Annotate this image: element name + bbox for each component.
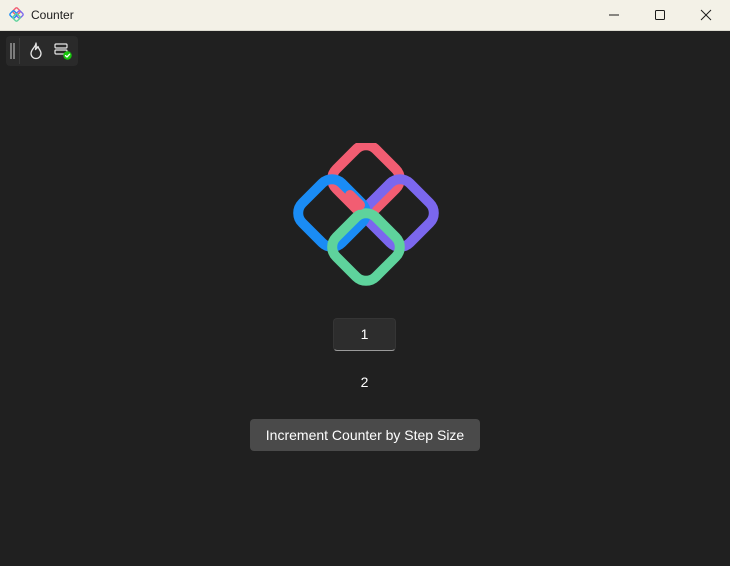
app-logo-icon <box>9 7 24 22</box>
dev-toolbar <box>6 36 78 66</box>
diagnostics-check-icon[interactable] <box>53 41 73 61</box>
window-title: Counter <box>31 8 74 22</box>
minimize-button[interactable] <box>591 0 637 30</box>
close-button[interactable] <box>683 0 729 30</box>
toolbar-divider <box>19 38 20 64</box>
title-bar[interactable]: Counter <box>0 0 730 31</box>
minimize-icon <box>609 14 619 16</box>
app-window: Counter 1 2 Increment Counter by Step Si… <box>0 0 730 566</box>
maximize-icon <box>655 10 665 20</box>
close-icon <box>700 9 712 21</box>
step-size-input[interactable]: 1 <box>333 318 396 351</box>
flame-icon[interactable] <box>26 41 46 61</box>
increment-counter-button[interactable]: Increment Counter by Step Size <box>250 419 480 451</box>
grip-icon[interactable] <box>10 43 15 59</box>
maximize-button[interactable] <box>637 0 683 30</box>
counter-value: 2 <box>360 374 369 390</box>
uno-platform-logo <box>293 143 439 286</box>
